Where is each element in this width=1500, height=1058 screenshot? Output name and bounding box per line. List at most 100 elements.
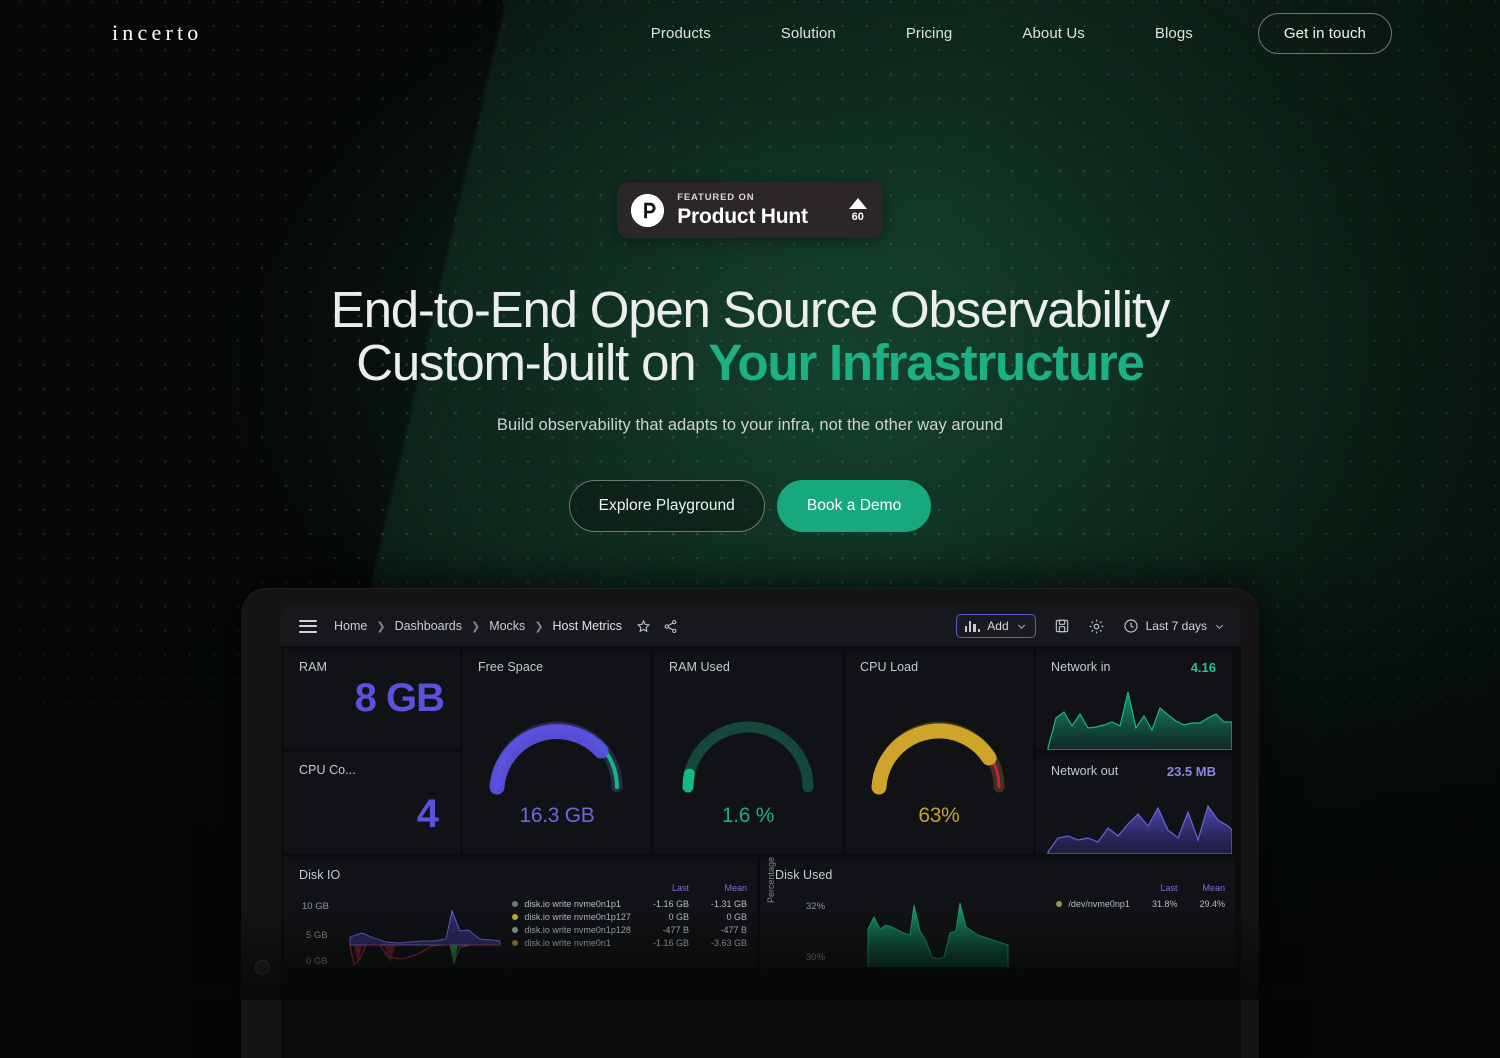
product-hunt-icon [631,193,665,227]
panel-disk-io[interactable]: Disk IO 10 GB 5 GB 0 GB Last Mean disk.i… [284,857,757,967]
legend-col-name [512,883,631,897]
book-a-demo-button[interactable]: Book a Demo [776,480,932,533]
main-navigation: Products Solution Pricing About Us Blogs… [616,12,1392,54]
disk-io-legend: Last Mean disk.io write nvme0n1p1 -1.16 … [512,883,747,949]
legend-mean: -1.31 GB [710,898,747,909]
panel-network-out[interactable]: Network out 23.5 MB [1036,753,1232,854]
chevron-right-icon: ❯ [470,620,481,633]
panel-title: CPU Load [860,660,919,674]
product-hunt-badge[interactable]: FEATURED ON Product Hunt 60 [617,182,883,239]
legend-color-dot [512,901,519,908]
gear-icon[interactable] [1088,618,1105,635]
page-title: End-to-End Open Source Observability Cus… [255,283,1245,389]
panel-ram-used[interactable]: RAM Used 1.6 % [654,649,842,854]
time-range-picker[interactable]: Last 7 days [1123,618,1225,634]
gauge-cpu-load [845,695,1033,795]
dashboard-panel-row-top: RAM 8 GB CPU Co... 4 Free Space 16.3 GB … [281,646,1241,854]
chevron-right-icon: ❯ [376,620,386,633]
explore-playground-button[interactable]: Explore Playground [568,480,765,533]
brand-logo[interactable]: incerto [112,20,202,46]
disk-io-chart [349,909,501,967]
panel-title: Network in [1051,660,1111,674]
panel-disk-used[interactable]: Disk Used Percentage 32% 30% Last Mean /… [760,857,1235,967]
panel-value: 4 [416,792,439,836]
share-icon[interactable] [663,619,678,634]
product-hunt-text: FEATURED ON Product Hunt [677,193,808,227]
chevron-down-icon [1017,624,1025,629]
legend-col-last: Last [671,883,689,893]
dashboard-toolbar: Home ❯ Dashboards ❯ Mocks ❯ Host Metrics [281,606,1241,646]
legend-series-name: disk.io write nvme0n1 [512,936,631,949]
y-axis-label: 32% [806,901,826,912]
legend-series-name: disk.io write nvme0n1p1 [512,897,631,910]
get-in-touch-button[interactable]: Get in touch [1257,12,1392,54]
legend-col-name [1056,883,1130,897]
favorite-star-icon[interactable] [636,619,651,634]
save-icon[interactable] [1054,618,1070,634]
panel-column-3: RAM Used 1.6 % [654,649,842,854]
y-axis-label: 30% [806,952,826,963]
panel-column-2: Free Space 16.3 GB [463,649,651,854]
panel-title: CPU Co... [299,763,356,777]
gauge-free-space [463,695,651,795]
legend-row[interactable]: /dev/nvme0np1 31.8% 29.4% [1056,897,1225,910]
legend-color-dot [512,940,519,947]
legend-table: Last Mean disk.io write nvme0n1p1 -1.16 … [512,883,747,949]
product-hunt-upvote[interactable]: 60 [848,197,867,223]
nav-item-solution[interactable]: Solution [781,18,836,49]
legend-last: -1.16 GB [652,937,689,948]
breadcrumb-item-host-metrics[interactable]: Host Metrics [553,619,622,633]
panel-title: Network out [1051,764,1119,778]
legend-color-dot [512,927,519,934]
menu-icon[interactable] [293,616,323,637]
disk-used-chart [867,902,1009,967]
breadcrumb-item-dashboards[interactable]: Dashboards [395,619,462,633]
legend-row[interactable]: disk.io write nvme0n1p128 -477 B -477 B [512,923,747,936]
legend-last: -477 B [662,924,689,935]
panel-free-space[interactable]: Free Space 16.3 GB [463,649,651,854]
legend-col-mean: Mean [724,883,747,893]
nav-item-pricing[interactable]: Pricing [906,18,953,49]
panel-title: Disk IO [299,868,341,882]
dashboard-screen: Home ❯ Dashboards ❯ Mocks ❯ Host Metrics [281,606,1241,1058]
legend-row[interactable]: disk.io write nvme0n1p1 -1.16 GB -1.31 G… [512,897,747,910]
panel-value: 8 GB [354,676,445,720]
y-axis-label: 0 GB [306,956,328,967]
nav-item-products[interactable]: Products [651,18,711,49]
breadcrumb-item-mocks[interactable]: Mocks [489,619,525,633]
nav-item-blogs[interactable]: Blogs [1155,18,1193,49]
panel-column-5: Network in 4.16 Network out 23.5 MB [1036,649,1232,854]
product-hunt-name: Product Hunt [677,204,808,228]
panel-cpu-cores[interactable]: CPU Co... 4 [284,752,460,854]
legend-mean: -477 B [720,924,747,935]
chevron-down-icon [1215,624,1224,629]
time-range-label: Last 7 days [1145,619,1207,633]
panel-cpu-load[interactable]: CPU Load 63% [845,649,1033,854]
hero-actions: Explore Playground Book a Demo [0,480,1500,533]
breadcrumb: Home ❯ Dashboards ❯ Mocks ❯ Host Metrics [334,619,622,633]
bar-chart-icon [964,620,981,632]
add-panel-button[interactable]: Add [955,614,1036,638]
breadcrumb-item-home[interactable]: Home [334,619,367,633]
legend-series-name: disk.io write nvme0n1p127 [512,910,631,923]
legend-table: Last Mean /dev/nvme0np1 31.8% 29.4% [1056,883,1225,910]
panel-title: Disk Used [775,868,833,882]
nav-item-about-us[interactable]: About Us [1022,18,1085,49]
clock-icon [1124,619,1138,633]
panel-column-1: RAM 8 GB CPU Co... 4 [284,649,460,854]
legend-color-dot [1056,901,1063,908]
upvote-count: 60 [851,210,864,223]
panel-ram[interactable]: RAM 8 GB [284,649,460,749]
hero-section: FEATURED ON Product Hunt 60 End-to-End O… [0,66,1500,533]
legend-row[interactable]: disk.io write nvme0n1p127 0 GB 0 GB [512,910,747,923]
panel-network-in[interactable]: Network in 4.16 [1036,649,1232,750]
toolbar-right-actions: Add Last 7 days [955,614,1226,638]
panel-column-4: CPU Load 63% [845,649,1033,854]
legend-col-last: Last [1160,883,1178,893]
legend-row[interactable]: disk.io write nvme0n1 -1.16 GB -3.63 GB [512,936,747,949]
upvote-triangle-icon [848,197,867,209]
chevron-right-icon: ❯ [534,620,544,633]
panel-title: RAM [299,660,327,674]
y-axis-label: 5 GB [306,930,328,941]
network-in-sparkline [1047,691,1232,750]
